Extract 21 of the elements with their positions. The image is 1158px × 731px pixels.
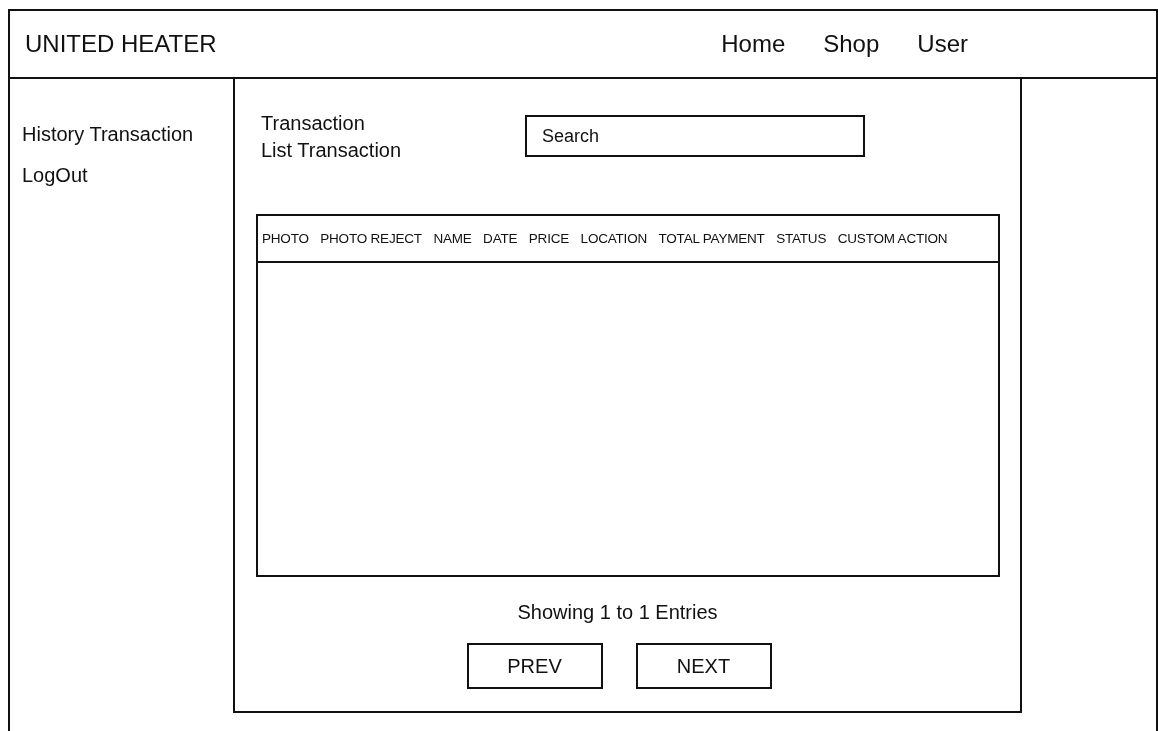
nav-link[interactable]: Home bbox=[721, 30, 786, 58]
nav-link[interactable]: User bbox=[917, 30, 968, 58]
sidebar-link[interactable]: LogOut bbox=[22, 164, 88, 187]
column-header: STATUS bbox=[776, 231, 827, 246]
brand-title: UNITED HEATER bbox=[25, 30, 218, 58]
search-field[interactable]: Search bbox=[525, 115, 865, 157]
sidebar-link[interactable]: History Transaction bbox=[22, 123, 194, 146]
page-subtitle: List Transaction bbox=[261, 139, 403, 162]
column-header: PRICE bbox=[528, 231, 570, 246]
column-header: PHOTO REJECT bbox=[320, 231, 422, 246]
entries-count: Showing 1 to 1 Entries bbox=[517, 601, 718, 624]
column-header: DATE bbox=[483, 231, 518, 246]
pagination-button[interactable]: PREV bbox=[466, 643, 603, 689]
nav-link[interactable]: Shop bbox=[823, 30, 880, 58]
column-header: NAME bbox=[433, 231, 472, 246]
pagination-button[interactable]: NEXT bbox=[635, 643, 772, 689]
column-header: LOCATION bbox=[580, 231, 647, 246]
column-header: CUSTOM ACTION bbox=[837, 231, 948, 246]
column-header: TOTAL PAYMENT bbox=[658, 231, 765, 246]
column-header: PHOTO bbox=[262, 231, 309, 246]
page-title: Transaction bbox=[261, 112, 366, 135]
